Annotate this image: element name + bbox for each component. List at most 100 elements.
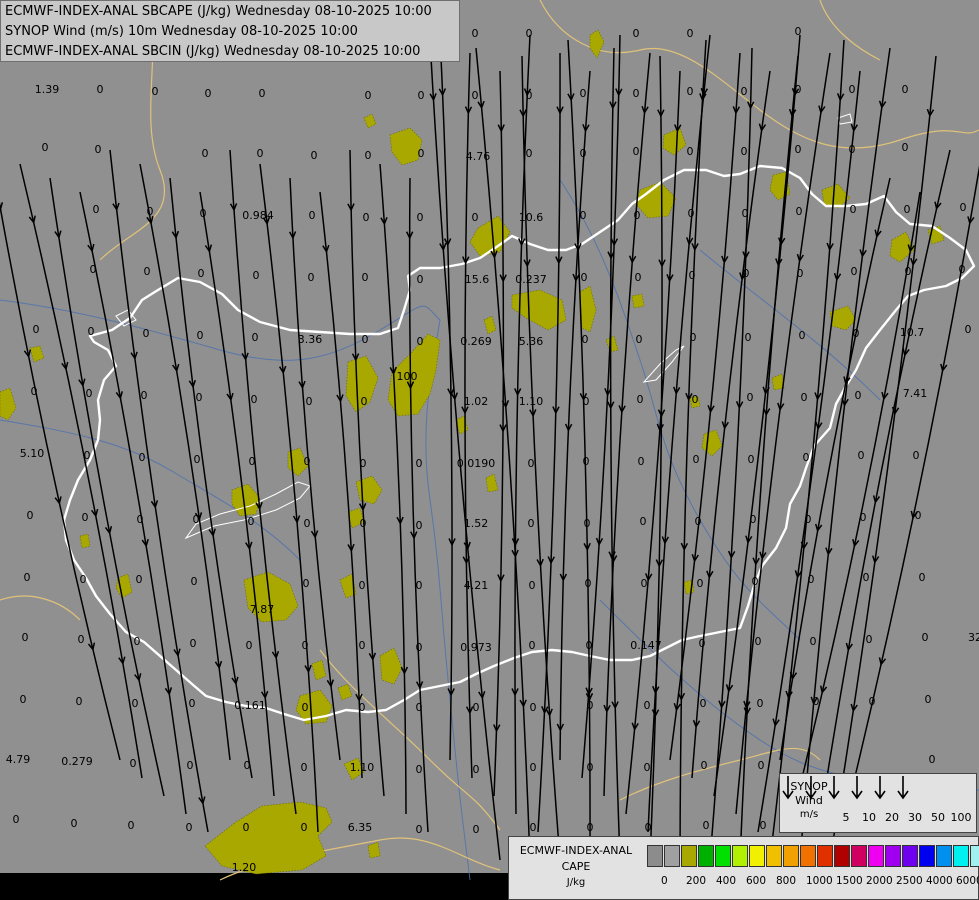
grid-value: 0 (472, 27, 479, 40)
grid-value: 0 (88, 325, 95, 338)
grid-value: 0 (252, 331, 259, 344)
streamline (169, 177, 253, 779)
grid-value: 0 (128, 819, 135, 832)
grid-value: 0 (418, 89, 425, 102)
grid-value: 0 (416, 519, 423, 532)
cape-tick: 1000 (806, 875, 833, 887)
streamline (669, 52, 741, 761)
arrow-down-icon (851, 776, 863, 800)
grid-value: 0 (701, 759, 708, 772)
grid-value: 0 (361, 395, 368, 408)
grid-value: 0 (249, 455, 256, 468)
grid-value: 0 (251, 393, 258, 406)
grid-value: 1.10 (350, 761, 375, 774)
arrow-down-icon (897, 776, 909, 800)
grid-value: 0 (194, 453, 201, 466)
grid-value: 1.39 (35, 83, 60, 96)
grid-value: 0 (130, 757, 137, 770)
streamline (19, 163, 143, 779)
cape-swatch (970, 845, 979, 867)
grid-value: 0 (244, 759, 251, 772)
grid-value: 0 (416, 763, 423, 776)
grid-value: 0 (152, 85, 159, 98)
grid-value: 0 (136, 573, 143, 586)
grid-value: 0 (869, 695, 876, 708)
grid-value: 0 (805, 513, 812, 526)
grid-value: 0 (417, 335, 424, 348)
grid-value: 0 (196, 391, 203, 404)
grid-value: 0 (586, 639, 593, 652)
grid-value: 0 (362, 271, 369, 284)
wind-value: 10 (862, 811, 876, 824)
streamline (493, 70, 505, 797)
grid-value: 0 (141, 389, 148, 402)
grid-value: 0 (416, 823, 423, 836)
grid-value: 5.10 (20, 447, 45, 460)
wind-value: 5 (842, 811, 850, 824)
grid-value: 0 (803, 451, 810, 464)
grid-value: 0 (703, 819, 710, 832)
grid-value: 0 (200, 207, 207, 220)
cape-swatch (732, 845, 748, 867)
grid-value: 0 (33, 323, 40, 336)
grid-value: 0 (529, 579, 536, 592)
cape-swatch (868, 845, 884, 867)
grid-value: 0 (810, 635, 817, 648)
grid-value: 0 (644, 699, 651, 712)
grid-value: 0 (636, 333, 643, 346)
grid-value: 0 (741, 85, 748, 98)
grid-value: 0 (919, 571, 926, 584)
grid-value: 0 (526, 27, 533, 40)
cape-swatch (834, 845, 850, 867)
grid-value: 0 (416, 579, 423, 592)
grid-value: 0 (585, 577, 592, 590)
grid-value: 0 (758, 759, 765, 772)
cape-tick: 600 (746, 875, 767, 887)
grid-value: 0 (304, 517, 311, 530)
grid-value: 0.973 (460, 641, 492, 654)
arrow-down-icon (782, 776, 794, 800)
cape-swatch (664, 845, 680, 867)
grid-value: 0 (198, 267, 205, 280)
grid-value: 0 (360, 517, 367, 530)
grid-value: 0 (799, 329, 806, 342)
cape-tick: 400 (716, 875, 737, 887)
cape-swatch (681, 845, 697, 867)
grid-value: 10.7 (900, 326, 925, 339)
grid-value: 1.20 (232, 861, 257, 874)
grid-value: 0 (743, 267, 750, 280)
wind-legend: SYNOP Wind m/s 5 10 20 30 50 100 (779, 773, 977, 833)
grid-value: 0 (638, 455, 645, 468)
cape-legend-title-2: CAPE (561, 860, 591, 873)
grid-value: 0 (416, 701, 423, 714)
grid-value: 4.21 (464, 579, 489, 592)
grid-value: 0 (197, 329, 204, 342)
title-wind: SYNOP Wind (m/s) 10m Wednesday 08-10-202… (5, 24, 358, 39)
grid-value: 1.10 (519, 395, 544, 408)
grid-value: 0 (526, 147, 533, 160)
grid-value: 0 (741, 145, 748, 158)
grid-value: 0 (529, 639, 536, 652)
map-title-box: ECMWF-INDEX-ANAL SBCAPE (J/kg) Wednesday… (0, 0, 460, 62)
grid-value: 0 (191, 575, 198, 588)
cape-swatch (902, 845, 918, 867)
grid-value: 0 (902, 141, 909, 154)
grid-value: 0 (747, 391, 754, 404)
grid-value: 0 (633, 87, 640, 100)
grid-value: 0 (359, 579, 366, 592)
grid-value: 0 (580, 147, 587, 160)
grid-value: 0 (246, 639, 253, 652)
grid-value: 0 (472, 211, 479, 224)
grid-value: 0 (186, 821, 193, 834)
grid-value: 0 (530, 701, 537, 714)
cape-legend: ECMWF-INDEX-ANAL CAPE J/kg 0 200 400 600 800… (508, 836, 979, 900)
cape-swatch (885, 845, 901, 867)
grid-value: 0 (693, 453, 700, 466)
grid-value: 0 (584, 517, 591, 530)
grid-value: 0 (687, 27, 694, 40)
cape-tick: 4000 (926, 875, 953, 887)
grid-value: 0 (587, 761, 594, 774)
title-cin: ECMWF-INDEX-ANAL SBCIN (J/kg) Wednesday … (5, 44, 421, 59)
grid-value: 0.237 (515, 273, 547, 286)
grid-value: 0 (301, 821, 308, 834)
